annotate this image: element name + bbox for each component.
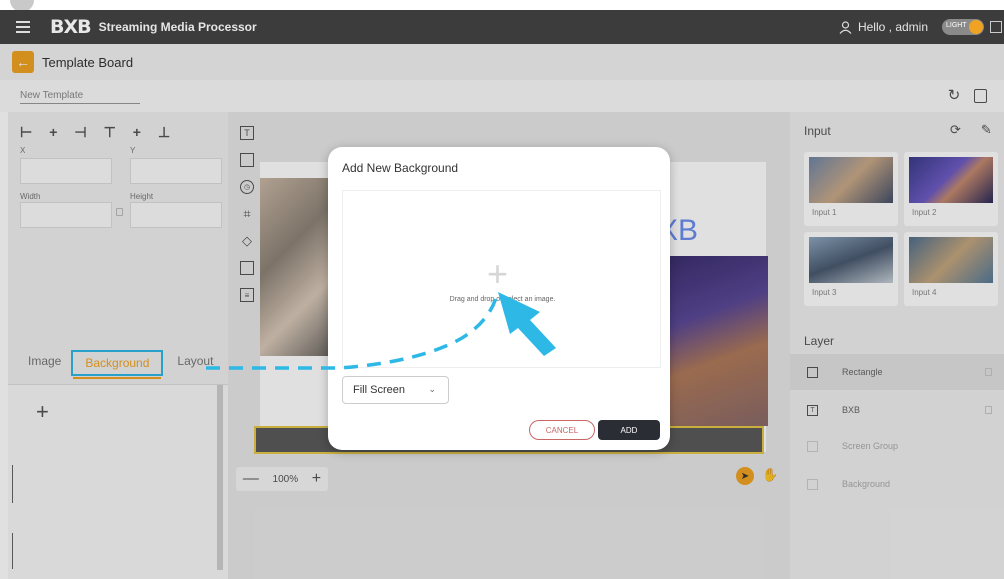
app-title: Streaming Media Processor xyxy=(98,20,257,34)
fill-mode-value: Fill Screen xyxy=(353,384,405,396)
menu-icon[interactable] xyxy=(16,21,30,33)
theme-toggle[interactable]: LIGHT xyxy=(942,19,984,35)
cancel-button[interactable]: CANCEL xyxy=(529,420,595,440)
plus-icon: + xyxy=(487,253,509,294)
user-area: Hello , admin LIGHT xyxy=(839,10,1004,44)
add-button[interactable]: ADD xyxy=(598,420,660,440)
dropzone-text: Drag and drop or select an image. xyxy=(449,296,556,303)
dialog-title: Add New Background xyxy=(342,161,459,175)
user-greeting: Hello , admin xyxy=(857,20,928,34)
add-background-dialog: Add New Background + Drag and drop or se… xyxy=(328,147,670,450)
expand-icon[interactable] xyxy=(990,21,1002,33)
brand-logo: BXB xyxy=(50,16,92,38)
user-icon[interactable] xyxy=(839,20,852,34)
toggle-knob xyxy=(969,20,983,34)
window-top-edge xyxy=(0,0,1004,12)
theme-toggle-label: LIGHT xyxy=(946,22,967,29)
chevron-down-icon: ⌄ xyxy=(428,384,436,394)
image-dropzone[interactable]: + Drag and drop or select an image. xyxy=(342,190,661,368)
fill-mode-select[interactable]: Fill Screen ⌄ xyxy=(342,376,449,404)
app-header: BXB Streaming Media Processor Hello , ad… xyxy=(0,10,1004,44)
